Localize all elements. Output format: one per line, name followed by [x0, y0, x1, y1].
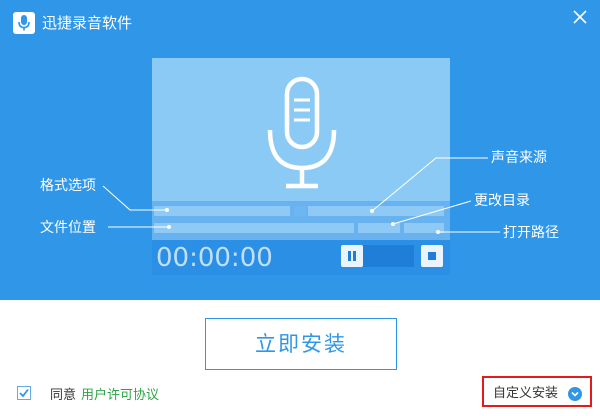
- progress-track: [363, 245, 414, 267]
- sound-source-field: [308, 206, 444, 216]
- chevron-down-icon[interactable]: [568, 387, 582, 401]
- agree-label: 同意: [50, 388, 77, 403]
- custom-install-label[interactable]: 自定义安装: [493, 386, 558, 401]
- stop-icon: [421, 245, 443, 267]
- change-directory-button: [358, 223, 400, 233]
- sound-source-label: 声音来源: [491, 150, 547, 166]
- time-display: 00:00:00: [156, 243, 273, 273]
- open-path-label: 打开路径: [503, 225, 559, 241]
- open-path-button: [404, 223, 444, 233]
- agreement-checkbox[interactable]: [17, 386, 31, 400]
- format-options-dropdown: [294, 206, 306, 216]
- format-options-label: 格式选项: [40, 178, 96, 194]
- pause-icon: [341, 245, 363, 267]
- license-agreement-link[interactable]: 用户许可协议: [81, 388, 159, 403]
- file-location-field: [154, 223, 354, 233]
- install-now-button[interactable]: 立即安装: [205, 318, 397, 370]
- change-directory-label: 更改目录: [474, 193, 530, 209]
- close-icon[interactable]: [570, 7, 590, 27]
- microphone-icon: [262, 72, 342, 192]
- format-options-field: [154, 206, 290, 216]
- file-location-label: 文件位置: [40, 220, 96, 236]
- window-title: 迅捷录音软件: [42, 14, 133, 32]
- microphone-icon: [13, 12, 35, 34]
